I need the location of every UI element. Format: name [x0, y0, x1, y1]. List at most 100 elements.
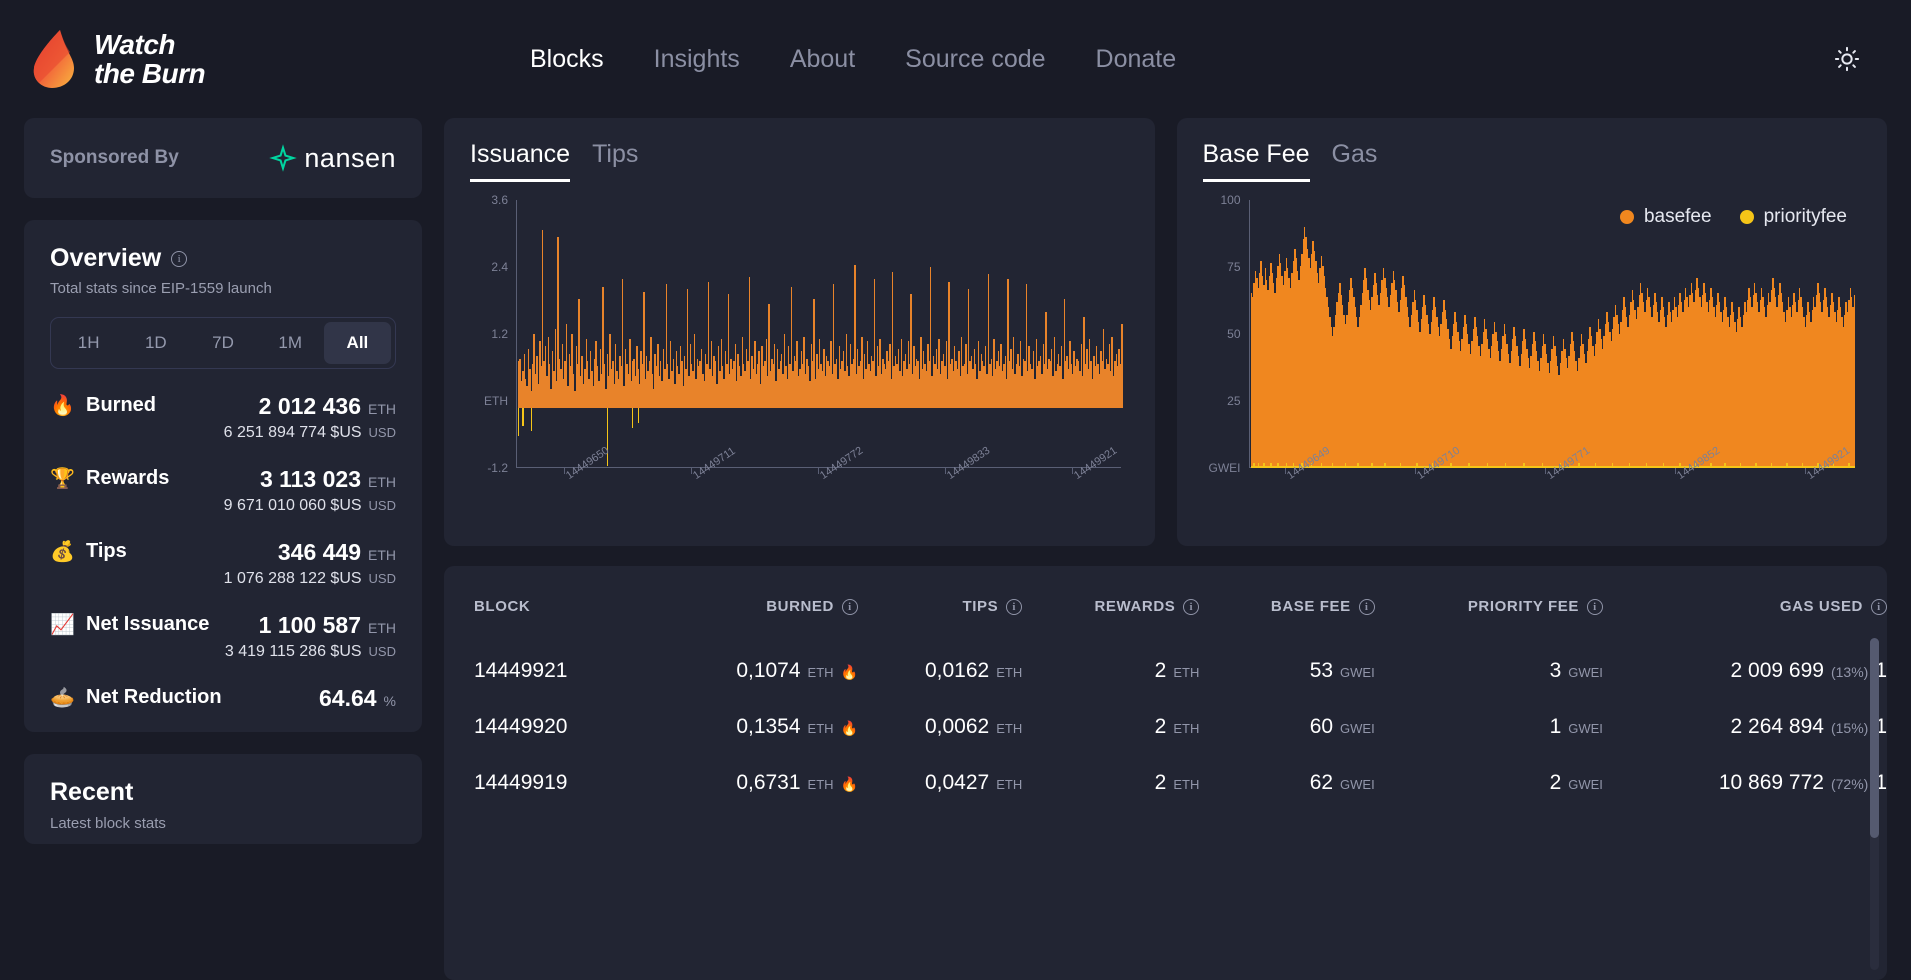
cell-burned: 0,1074 ETH 🔥: [652, 643, 858, 699]
stat-value-group: 3 113 023 ETH 9 671 010 060 $US USD: [224, 466, 396, 515]
tab-issuance[interactable]: Issuance: [470, 140, 570, 182]
sun-icon[interactable]: [1833, 45, 1861, 73]
base-fee-unit: GWEI: [1340, 777, 1375, 792]
cell-tips: 0,0062 ETH: [858, 699, 1022, 755]
range-button-1d[interactable]: 1D: [122, 322, 189, 364]
tab-base-fee[interactable]: Base Fee: [1203, 140, 1310, 182]
tips-value: 0,0427: [925, 771, 989, 795]
cell-gas-used: 2 264 894 (15%) 1: [1603, 699, 1887, 755]
info-icon[interactable]: i: [1359, 599, 1375, 615]
tips-unit: ETH: [996, 777, 1022, 792]
issuance-chart-card: Issuance Tips 3.62.41.2ETH-1.2: [444, 118, 1155, 546]
sponsored-by-label: Sponsored By: [50, 147, 179, 169]
logo-text: Watch the Burn: [94, 30, 205, 89]
stat-row: 🏆 Rewards 3 113 023 ETH 9 671 010 060 $U…: [50, 466, 396, 515]
table-header-row: BLOCK BURNED i TIPS i REWARDS i BASE FEE…: [444, 566, 1887, 643]
table-row[interactable]: 14449919 0,6731 ETH 🔥 0,0427 ETH 2 ETH 6…: [444, 755, 1887, 811]
gas-used-percent: (13%): [1831, 664, 1868, 680]
flame-icon: 🔥: [841, 776, 858, 793]
cell-block[interactable]: 14449921: [444, 643, 652, 699]
nav-item-blocks[interactable]: Blocks: [530, 45, 604, 74]
table-column-header[interactable]: PRIORITY FEE i: [1375, 566, 1603, 643]
cell-block[interactable]: 14449919: [444, 755, 652, 811]
main-column: Issuance Tips 3.62.41.2ETH-1.2: [444, 118, 1887, 980]
range-button-1m[interactable]: 1M: [257, 322, 324, 364]
app-header: Watch the Burn Blocks Insights About Sou…: [0, 0, 1911, 118]
nav-item-insights[interactable]: Insights: [654, 45, 740, 74]
cell-rewards: 2 ETH: [1022, 755, 1199, 811]
range-button-1h[interactable]: 1H: [55, 322, 122, 364]
cell-priority-fee: 1 GWEI: [1375, 699, 1603, 755]
info-icon[interactable]: i: [842, 599, 858, 615]
trophy-icon: 🏆: [50, 466, 74, 491]
table-column-header[interactable]: BASE FEE i: [1199, 566, 1374, 643]
stat-sub-unit: USD: [369, 644, 396, 659]
recent-title: Recent: [50, 778, 396, 807]
base-fee-value: 53: [1310, 659, 1333, 683]
stat-name: Tips: [86, 540, 127, 563]
info-icon[interactable]: i: [1006, 599, 1022, 615]
overview-header: Overview i: [50, 244, 396, 273]
column-label: REWARDS: [1094, 598, 1175, 615]
block-number-link[interactable]: 14449921: [474, 659, 567, 682]
stat-sub-value: 1 076 288 122 $US: [224, 570, 362, 588]
stat-unit: ETH: [368, 401, 396, 417]
table-column-header[interactable]: REWARDS i: [1022, 566, 1199, 643]
info-icon[interactable]: i: [1587, 599, 1603, 615]
block-number-link[interactable]: 14449919: [474, 771, 567, 794]
range-button-all[interactable]: All: [324, 322, 391, 364]
tab-gas[interactable]: Gas: [1332, 140, 1378, 182]
stat-value-group: 1 100 587 ETH 3 419 115 286 $US USD: [225, 612, 396, 661]
stat-sub-value: 9 671 010 060 $US: [224, 497, 362, 515]
y-axis-tick: 50: [1227, 327, 1240, 341]
table-row[interactable]: 14449920 0,1354 ETH 🔥 0,0062 ETH 2 ETH 6…: [444, 699, 1887, 755]
nansen-wordmark: nansen: [304, 143, 396, 174]
stat-label-group: 📈 Net Issuance: [50, 612, 209, 637]
table-column-header[interactable]: GAS USED i: [1603, 566, 1887, 643]
recent-subtitle: Latest block stats: [50, 815, 396, 832]
y-axis-tick: ETH: [484, 394, 508, 408]
stat-unit: ETH: [368, 474, 396, 490]
rewards-value: 2: [1155, 771, 1167, 795]
burned-value: 0,6731: [736, 771, 800, 795]
y-axis-line: [1249, 200, 1250, 468]
info-icon[interactable]: i: [1183, 599, 1199, 615]
range-button-7d[interactable]: 7D: [189, 322, 256, 364]
table-row[interactable]: 14449921 0,1074 ETH 🔥 0,0162 ETH 2 ETH 5…: [444, 643, 1887, 699]
cell-rewards: 2 ETH: [1022, 699, 1199, 755]
burned-unit: ETH: [808, 721, 834, 736]
overview-subtitle: Total stats since EIP-1559 launch: [50, 280, 396, 297]
column-label: BURNED: [766, 598, 834, 615]
table-column-header[interactable]: BURNED i: [652, 566, 858, 643]
cell-priority-fee: 2 GWEI: [1375, 755, 1603, 811]
stat-value: 2 012 436: [259, 393, 361, 420]
column-label: BLOCK: [474, 598, 530, 615]
y-axis-tick: 100: [1220, 193, 1240, 207]
cell-rewards: 2 ETH: [1022, 643, 1199, 699]
x-axis-labels: 1444965014449711144497721444983314449921: [516, 468, 1121, 510]
chart-bars: [518, 200, 1121, 468]
overview-card: Overview i Total stats since EIP-1559 la…: [24, 220, 422, 732]
gas-used-percent: (15%): [1831, 720, 1868, 736]
stat-name: Burned: [86, 394, 156, 417]
overview-stats-list: 🔥 Burned 2 012 436 ETH 6 251 894 774 $US…: [50, 393, 396, 712]
app-logo[interactable]: Watch the Burn: [30, 28, 520, 90]
scrollbar-thumb[interactable]: [1870, 638, 1879, 838]
basefee-chart-card: Base Fee Gas basefee priorityfee 1007550…: [1177, 118, 1888, 546]
info-icon[interactable]: i: [171, 251, 187, 267]
priority-fee-unit: GWEI: [1568, 665, 1603, 680]
table-column-header[interactable]: TIPS i: [858, 566, 1022, 643]
cell-block[interactable]: 14449920: [444, 699, 652, 755]
nav-item-source-code[interactable]: Source code: [905, 45, 1045, 74]
tab-tips[interactable]: Tips: [592, 140, 638, 182]
tips-value: 0,0062: [925, 715, 989, 739]
flame-icon: 🔥: [50, 393, 74, 418]
nav-item-donate[interactable]: Donate: [1096, 45, 1177, 74]
table-column-header[interactable]: BLOCK: [444, 566, 652, 643]
column-label: BASE FEE: [1271, 598, 1351, 615]
nav-item-about[interactable]: About: [790, 45, 855, 74]
nansen-logo[interactable]: nansen: [268, 143, 396, 174]
block-number-link[interactable]: 14449920: [474, 715, 567, 738]
cell-burned: 0,6731 ETH 🔥: [652, 755, 858, 811]
info-icon[interactable]: i: [1871, 599, 1887, 615]
